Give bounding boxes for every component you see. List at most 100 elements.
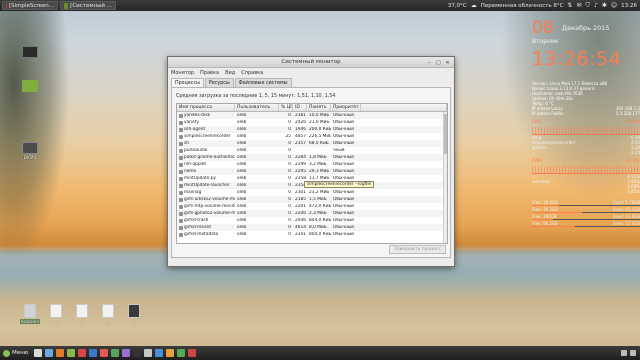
process-icon [179,190,183,195]
tab-filesystems[interactable]: Файловые системы [234,78,292,87]
desktop-icon-file[interactable]: ... [98,304,118,324]
load-average: Средняя загрузка за последние 1, 5, 15 м… [176,94,336,99]
launcher-app-icon[interactable] [89,349,98,357]
desktop-icon-trash[interactable]: Корзина [20,304,40,324]
table-row[interactable]: pulseaudio oleb 0 чный [177,147,447,154]
id-cell: 4857 [295,134,306,139]
user-cell: oleb [237,197,247,202]
desktop-icon-home[interactable] [15,80,45,93]
desktop-icon-file[interactable]: ... [72,304,92,324]
column-header-user[interactable]: Пользователь [235,104,279,111]
desktop-icon-computer[interactable] [15,46,45,59]
table-row[interactable]: polkit-gnome-authentication-agoleb 0 22841… [177,154,447,161]
launcher-app-icon[interactable] [155,349,164,357]
table-row[interactable]: nemo oleb 0 2295 29,3 МиБ Обычный [177,168,447,175]
table-row[interactable]: sh oleb 0 2357 68,0 КиБ Обычный [177,140,447,147]
table-row[interactable]: gvfs-udisks2-volume-monitoroleb 0 21851,5 … [177,196,447,203]
temperature-readout: 37,0°C [447,2,467,9]
launcher-icons [34,349,197,357]
table-row[interactable]: gvfsd-metadata oleb 0 2341 804,0 КиБ Обычный [177,231,447,238]
priority-cell: чный [333,148,345,153]
process-icon [179,225,183,230]
taskbar-item-simplescreenrecorder[interactable]: [SimpleScreen... [2,1,58,10]
ram-section: RAM 32.3% [532,159,640,164]
cpu-cell: 25 [285,134,291,139]
processes-panel: Средняя загрузка за последние 1, 5, 15 м… [171,87,451,258]
tab-resources[interactable]: Ресурсы [204,78,234,87]
table-row[interactable]: mailnag oleb 0 2301 23,2 МиБ Обычный [177,189,447,196]
column-header-name[interactable]: Имя процесса [177,104,235,111]
launcher-app-icon[interactable] [78,349,87,357]
table-body: yandex-disk oleb 0 2381 10,0 МиБ Обычный varie… [177,112,447,238]
column-header-memory[interactable]: Память [307,104,331,111]
scrollbar-thumb[interactable] [444,114,447,154]
taskbar-item-system-monitor[interactable]: [Системный ... [60,1,116,10]
id-cell: 2206 [295,211,306,216]
process-name-cell: gvfs-mtp-volume-monitor [177,204,235,209]
maximize-icon[interactable]: □ [435,59,442,66]
table-row[interactable]: gvfsd-trash oleb 0 2446 844,0 КиБ Обычный [177,217,447,224]
launcher-app-icon[interactable] [34,349,43,357]
launcher-app-icon[interactable] [122,349,131,357]
network-icon[interactable]: ⇅ [567,2,572,9]
launcher-app-icon[interactable] [166,349,175,357]
bluetooth-icon[interactable]: ✱ [602,2,607,9]
table-row[interactable]: gvfs-gphoto2-volume-monitoroleb 0 22062,3 … [177,210,447,217]
shield-icon[interactable]: ⛉ [585,2,590,10]
fs-usage-bar [532,219,640,220]
desktop-icon-file[interactable]: ... [46,304,66,324]
table-scrollbar[interactable] [443,112,447,243]
desktop-icon-data1[interactable]: DATA1 [15,142,45,160]
fs-usage-bar [532,212,640,213]
process-name: mintUpdate-launcher [184,183,230,188]
mail-icon[interactable]: ✉ [576,2,581,9]
app-icon [64,2,69,9]
user-icon[interactable]: ☺ [611,2,617,9]
table-row[interactable]: simplescreenrecorder oleb 25 4857 226,5 МиБ О… [177,133,447,140]
table-row[interactable]: ssh-agent oleb 0 1946 200,0 КиБ Обычный [177,126,447,133]
launcher-app-icon[interactable] [133,349,142,357]
launcher-app-icon[interactable] [100,349,109,357]
volume-icon[interactable]: ♪ [594,2,598,9]
tab-processes[interactable]: Процессы [171,78,204,87]
table-row[interactable]: nm-applet oleb 0 2299 3,2 МиБ Обычный [177,161,447,168]
menu-button[interactable]: Меню [0,349,31,357]
column-header-id[interactable]: ID [293,104,307,111]
menu-help[interactable]: Справка [241,70,263,76]
launcher-app-icon[interactable] [45,349,54,357]
table-row[interactable]: gvfsd-recent oleb 0 4614 8,0 МиБ Обычный [177,224,447,231]
clock[interactable]: 13:26 [621,3,637,9]
process-icon [179,148,183,153]
weather-readout[interactable]: Переменная облачность 8°C [481,3,564,9]
table-row[interactable]: variety oleb 0 2426 21,0 МиБ Обычный [177,119,447,126]
launcher-app-icon[interactable] [188,349,197,357]
id-cell: 1946 [295,127,306,132]
workspace-icon[interactable] [630,350,636,356]
menu-view[interactable]: Вид [225,70,235,76]
launcher-app-icon[interactable] [67,349,76,357]
launcher-app-icon[interactable] [111,349,120,357]
cpu-graph [532,127,640,135]
minimize-icon[interactable]: – [426,59,433,66]
launcher-app-icon[interactable] [144,349,153,357]
column-header-priority[interactable]: Приоритет [331,104,361,111]
window-titlebar[interactable]: Системный монитор – □ ✕ [168,57,454,68]
launcher-app-icon[interactable] [56,349,65,357]
cpu-section: CPU 26.0% [532,120,640,125]
table-row[interactable]: gvfs-mtp-volume-monitor oleb 0 2201 472,0 Ки… [177,203,447,210]
workspace-icon[interactable] [621,350,627,356]
launcher-app-icon[interactable] [177,349,186,357]
file-icon [76,304,88,318]
menu-edit[interactable]: Правка [200,70,219,76]
file-icon [102,304,114,318]
close-icon[interactable]: ✕ [444,59,451,66]
conky-weekday: Вторник [532,38,559,45]
fs-usage-bar [532,205,640,206]
end-process-button[interactable]: Завершить процесс [389,245,446,254]
table-row[interactable]: yandex-disk oleb 0 2381 10,0 МиБ Обычный [177,112,447,119]
column-header-cpu[interactable]: % ЦП [279,104,293,111]
desktop-icon-game[interactable]: ... [124,304,144,324]
menu-monitor[interactable]: Монитор [171,70,194,76]
process-icon [179,120,183,125]
user-cell: oleb [237,204,247,209]
